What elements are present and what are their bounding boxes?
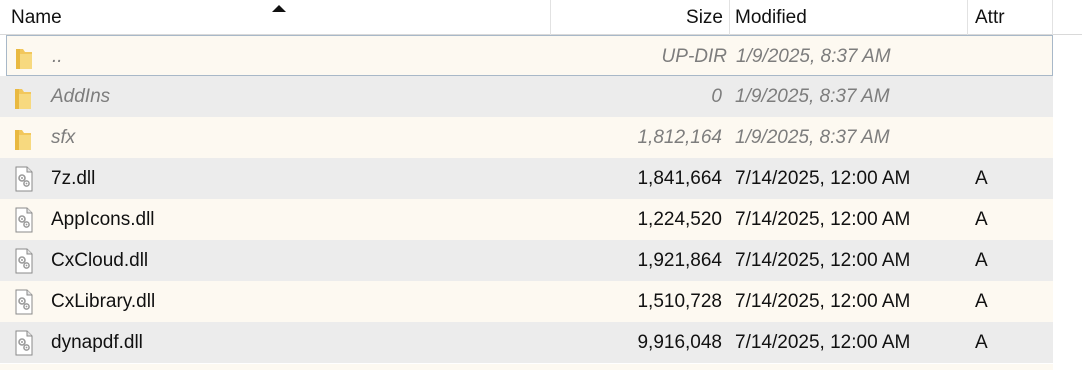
row-size: 1,921,864	[637, 250, 722, 271]
row-attr: A	[975, 168, 988, 189]
row-modified: 7/14/2025, 12:00 AM	[735, 332, 911, 353]
file-row[interactable]: 7z.dll 1,841,664 7/14/2025, 12:00 AM A	[0, 158, 1053, 199]
folder-row[interactable]: sfx 1,812,164 1/9/2025, 8:37 AM	[0, 117, 1053, 158]
dll-file-icon	[13, 158, 33, 199]
file-row[interactable]: CxCloud.dll 1,921,864 7/14/2025, 12:00 AM A	[0, 240, 1053, 281]
dll-file-icon	[13, 322, 33, 363]
row-attr: A	[975, 209, 988, 230]
row-attr: A	[975, 250, 988, 271]
column-header-size-label: Size	[686, 7, 723, 28]
row-attr: A	[975, 332, 988, 353]
column-header-attr-label: Attr	[975, 7, 1005, 28]
row-modified: 1/9/2025, 8:37 AM	[736, 46, 891, 67]
row-size: 0	[711, 86, 722, 107]
row-name: AppIcons.dll	[51, 209, 155, 230]
row-name: sfx	[51, 127, 76, 148]
row-name: 7z.dll	[51, 168, 96, 189]
dll-file-icon	[13, 240, 33, 281]
row-size: 1,812,164	[637, 127, 722, 148]
row-name: CxCloud.dll	[51, 250, 149, 271]
column-header-name-label: Name	[11, 7, 62, 28]
dll-file-icon	[13, 199, 33, 240]
column-header-attr[interactable]: Attr	[968, 0, 1053, 35]
folder-row[interactable]: AddIns 0 1/9/2025, 8:37 AM	[0, 76, 1053, 117]
row-name: dynapdf.dll	[51, 332, 143, 353]
row-size: 1,841,664	[637, 168, 722, 189]
column-header-size[interactable]: Size	[551, 0, 730, 35]
column-header-modified[interactable]: Modified	[730, 0, 968, 35]
row-name: ..	[52, 46, 63, 67]
row-modified: 1/9/2025, 8:37 AM	[735, 86, 890, 107]
folder-icon	[14, 36, 34, 77]
row-modified: 7/14/2025, 12:00 AM	[735, 209, 911, 230]
row-modified: 7/14/2025, 12:00 AM	[735, 168, 911, 189]
sort-ascending-icon	[272, 5, 286, 12]
file-row[interactable]: AppIcons.dll 1,224,520 7/14/2025, 12:00 AM…	[0, 199, 1053, 240]
dll-file-icon	[13, 281, 33, 322]
folder-icon	[13, 76, 33, 117]
row-size: 9,916,048	[637, 332, 722, 353]
file-row[interactable]: CxLibrary.dll 1,510,728 7/14/2025, 12:00 A…	[0, 281, 1053, 322]
row-attr: A	[975, 291, 988, 312]
row-size: 1,510,728	[637, 291, 722, 312]
column-header-bar: Name Size Modified Attr	[0, 0, 1082, 35]
row-name: CxLibrary.dll	[51, 291, 156, 312]
row-modified: 7/14/2025, 12:00 AM	[735, 291, 911, 312]
row-modified: 1/9/2025, 8:37 AM	[735, 127, 890, 148]
row-size: 1,224,520	[637, 209, 722, 230]
file-list-overflow-row	[0, 364, 1053, 370]
column-header-modified-label: Modified	[735, 7, 807, 28]
row-modified: 7/14/2025, 12:00 AM	[735, 250, 911, 271]
folder-row[interactable]: .. UP-DIR 1/9/2025, 8:37 AM	[6, 35, 1053, 76]
row-name: AddIns	[51, 86, 111, 107]
row-size: UP-DIR	[661, 46, 727, 67]
folder-icon	[13, 117, 33, 158]
file-row[interactable]: dynapdf.dll 9,916,048 7/14/2025, 12:00 AM A	[0, 322, 1053, 363]
